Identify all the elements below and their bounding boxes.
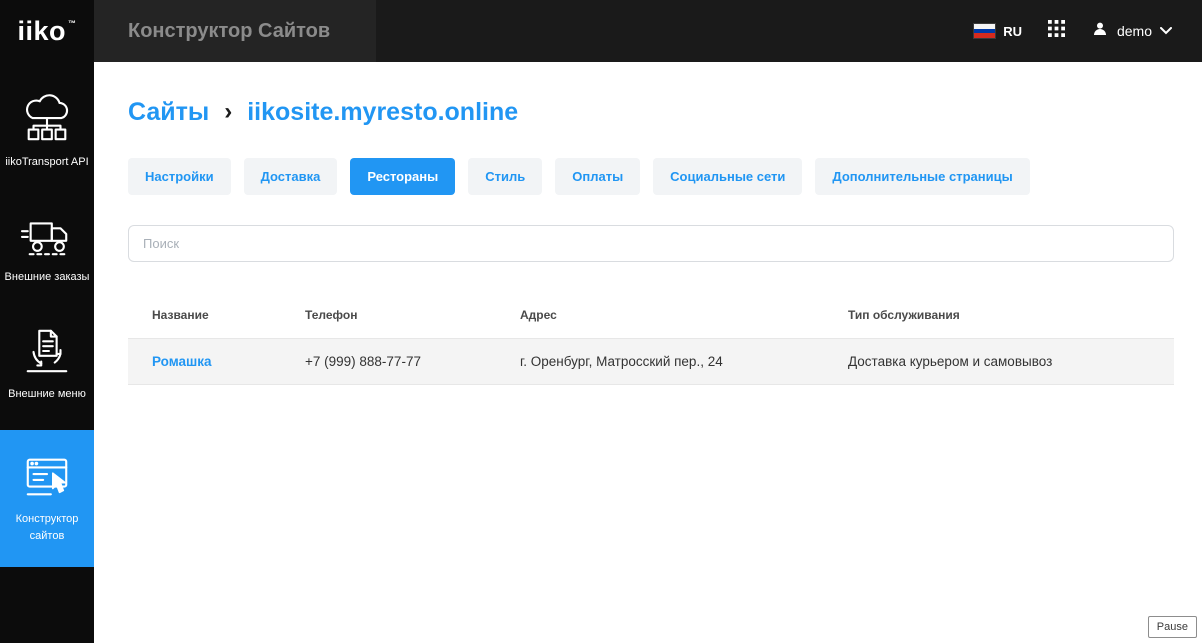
sidebar-nav: iikoTransport API Внешние заказы	[0, 78, 94, 567]
user-menu[interactable]: demo	[1091, 20, 1172, 43]
cloud-api-icon	[20, 93, 74, 145]
cell-phone: +7 (999) 888-77-77	[305, 354, 520, 369]
menu-sync-icon	[20, 325, 74, 377]
sidebar: iiko™ iikoTransport API	[0, 0, 94, 643]
tab-extra-pages[interactable]: Дополнительные страницы	[815, 158, 1029, 195]
sidebar-item-site-builder[interactable]: Конструктор сайтов	[0, 430, 94, 567]
tab-payments[interactable]: Оплаты	[555, 158, 640, 195]
table-row[interactable]: Ромашка +7 (999) 888-77-77 г. Оренбург, …	[128, 338, 1174, 385]
cell-service-type: Доставка курьером и самовывоз	[848, 354, 1174, 369]
app-title: Конструктор Сайтов	[94, 0, 376, 62]
trademark-mark: ™	[68, 19, 77, 28]
sidebar-item-external-menus[interactable]: Внешние меню	[0, 310, 94, 418]
tab-delivery[interactable]: Доставка	[244, 158, 338, 195]
column-header-service-type: Тип обслуживания	[848, 308, 1174, 322]
user-icon	[1091, 20, 1109, 43]
sidebar-item-label: iikoTransport API	[5, 154, 88, 171]
iiko-logo-text: iiko	[17, 16, 66, 47]
search-input[interactable]	[128, 225, 1174, 262]
cell-name: Ромашка	[128, 354, 305, 369]
breadcrumb: Сайты › iikosite.myresto.online	[128, 98, 1174, 127]
main-area: Сайты › iikosite.myresto.online Настройк…	[94, 62, 1202, 643]
cell-address: г. Оренбург, Матросский пер., 24	[520, 354, 848, 369]
language-selector[interactable]: RU	[974, 24, 1022, 39]
topbar-right: RU	[974, 20, 1202, 43]
content-column: Конструктор Сайтов RU	[94, 0, 1202, 643]
language-label: RU	[1003, 24, 1022, 39]
truck-icon	[20, 210, 74, 260]
breadcrumb-sites-link[interactable]: Сайты	[128, 98, 209, 127]
sidebar-item-label: Внешние заказы	[5, 269, 90, 286]
apps-grid-icon	[1048, 20, 1065, 42]
column-header-address: Адрес	[520, 308, 848, 322]
restaurant-link[interactable]: Ромашка	[152, 354, 212, 369]
user-name: demo	[1117, 23, 1152, 39]
pause-button[interactable]: Pause	[1148, 616, 1197, 638]
sidebar-item-label: Конструктор сайтов	[4, 511, 90, 545]
breadcrumb-current-site[interactable]: iikosite.myresto.online	[247, 98, 518, 127]
app-window: iiko™ iikoTransport API	[0, 0, 1202, 643]
tab-style[interactable]: Стиль	[468, 158, 542, 195]
tab-bar: Настройки Доставка Рестораны Стиль Оплат…	[128, 158, 1174, 195]
ru-flag-icon	[974, 24, 995, 38]
sidebar-item-label: Внешние меню	[8, 386, 86, 403]
restaurants-table: Название Телефон Адрес Тип обслуживания …	[128, 308, 1174, 385]
breadcrumb-separator-icon: ›	[224, 100, 232, 124]
column-header-phone: Телефон	[305, 308, 520, 322]
column-header-name: Название	[128, 308, 305, 322]
search-box	[128, 225, 1174, 262]
apps-grid-button[interactable]	[1048, 20, 1065, 42]
chevron-down-icon	[1160, 22, 1172, 40]
table-header-row: Название Телефон Адрес Тип обслуживания	[128, 308, 1174, 338]
tab-social-networks[interactable]: Социальные сети	[653, 158, 802, 195]
top-bar: Конструктор Сайтов RU	[94, 0, 1202, 62]
iiko-logo: iiko™	[0, 0, 94, 62]
tab-restaurants[interactable]: Рестораны	[350, 158, 455, 195]
tab-settings[interactable]: Настройки	[128, 158, 231, 195]
sidebar-item-iikotransport-api[interactable]: iikoTransport API	[0, 78, 94, 186]
sidebar-item-external-orders[interactable]: Внешние заказы	[0, 195, 94, 301]
site-builder-icon	[20, 452, 74, 502]
